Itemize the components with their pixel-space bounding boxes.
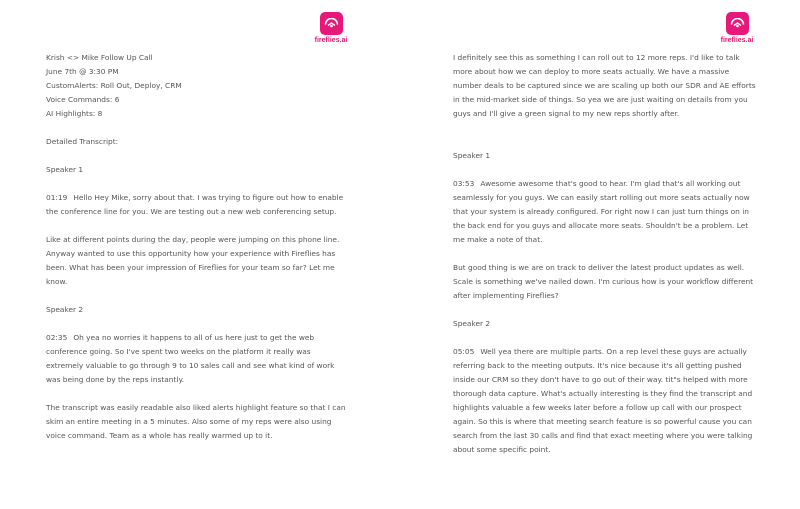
transcript-text: Oh yea no worries it happens to all of u… bbox=[46, 333, 335, 384]
speaker-label: Speaker 2 bbox=[453, 319, 491, 328]
fireflies-logo-text: fireflies.ai bbox=[314, 37, 348, 44]
call-title: Krish <> Mike Follow Up Call bbox=[46, 53, 153, 62]
transcript-text: The transcript was easily readable also … bbox=[46, 403, 346, 440]
fireflies-logo-text: fireflies.ai bbox=[720, 37, 754, 44]
fireflies-logo: fireflies.ai bbox=[717, 12, 757, 44]
fireflies-logo-icon bbox=[725, 12, 749, 35]
transcript-content-right: I definitely see this as something I can… bbox=[453, 51, 756, 457]
transcript-text: Awesome awesome that's good to hear. I'm… bbox=[453, 179, 750, 244]
transcript-content-left: Krish <> Mike Follow Up Call June 7th @ … bbox=[46, 51, 349, 443]
fireflies-logo-icon bbox=[319, 12, 343, 35]
timestamp: 02:35 bbox=[46, 333, 68, 342]
transcript-entry: 05:05 Well yea there are multiple parts. … bbox=[453, 345, 756, 457]
speaker-label: Speaker 1 bbox=[46, 165, 84, 174]
transcript-page-left: fireflies.ai Krish <> Mike Follow Up Cal… bbox=[0, 0, 400, 509]
fireflies-logo: fireflies.ai bbox=[311, 12, 351, 44]
voice-commands-count: Voice Commands: 6 bbox=[46, 95, 120, 104]
speaker-label: Speaker 2 bbox=[46, 305, 84, 314]
ai-highlights-count: AI Highlights: 8 bbox=[46, 109, 103, 118]
transcript-text: Like at different points during the day,… bbox=[46, 235, 340, 286]
speaker-label: Speaker 1 bbox=[453, 151, 491, 160]
transcript-entry: 01:19 Hello Hey Mike, sorry about that. I… bbox=[46, 191, 349, 219]
timestamp: 05:05 bbox=[453, 347, 475, 356]
transcript-entry: 03:53 Awesome awesome that's good to hear… bbox=[453, 177, 756, 247]
transcript-text: I definitely see this as something I can… bbox=[453, 53, 756, 118]
transcript-page-right: fireflies.ai I definitely see this as so… bbox=[400, 0, 800, 509]
timestamp: 03:53 bbox=[453, 179, 475, 188]
call-date: June 7th @ 3:30 PM bbox=[46, 67, 119, 76]
detailed-transcript-heading: Detailed Transcript: bbox=[46, 137, 119, 146]
transcript-entry: 02:35 Oh yea no worries it happens to all… bbox=[46, 331, 349, 387]
custom-alerts: CustomAlerts: Roll Out, Deploy, CRM bbox=[46, 81, 182, 90]
timestamp: 01:19 bbox=[46, 193, 68, 202]
transcript-text: Well yea there are multiple parts. On a … bbox=[453, 347, 753, 454]
transcript-text: But good thing is we are on track to del… bbox=[453, 263, 754, 300]
transcript-text: Hello Hey Mike, sorry about that. I was … bbox=[46, 193, 344, 216]
